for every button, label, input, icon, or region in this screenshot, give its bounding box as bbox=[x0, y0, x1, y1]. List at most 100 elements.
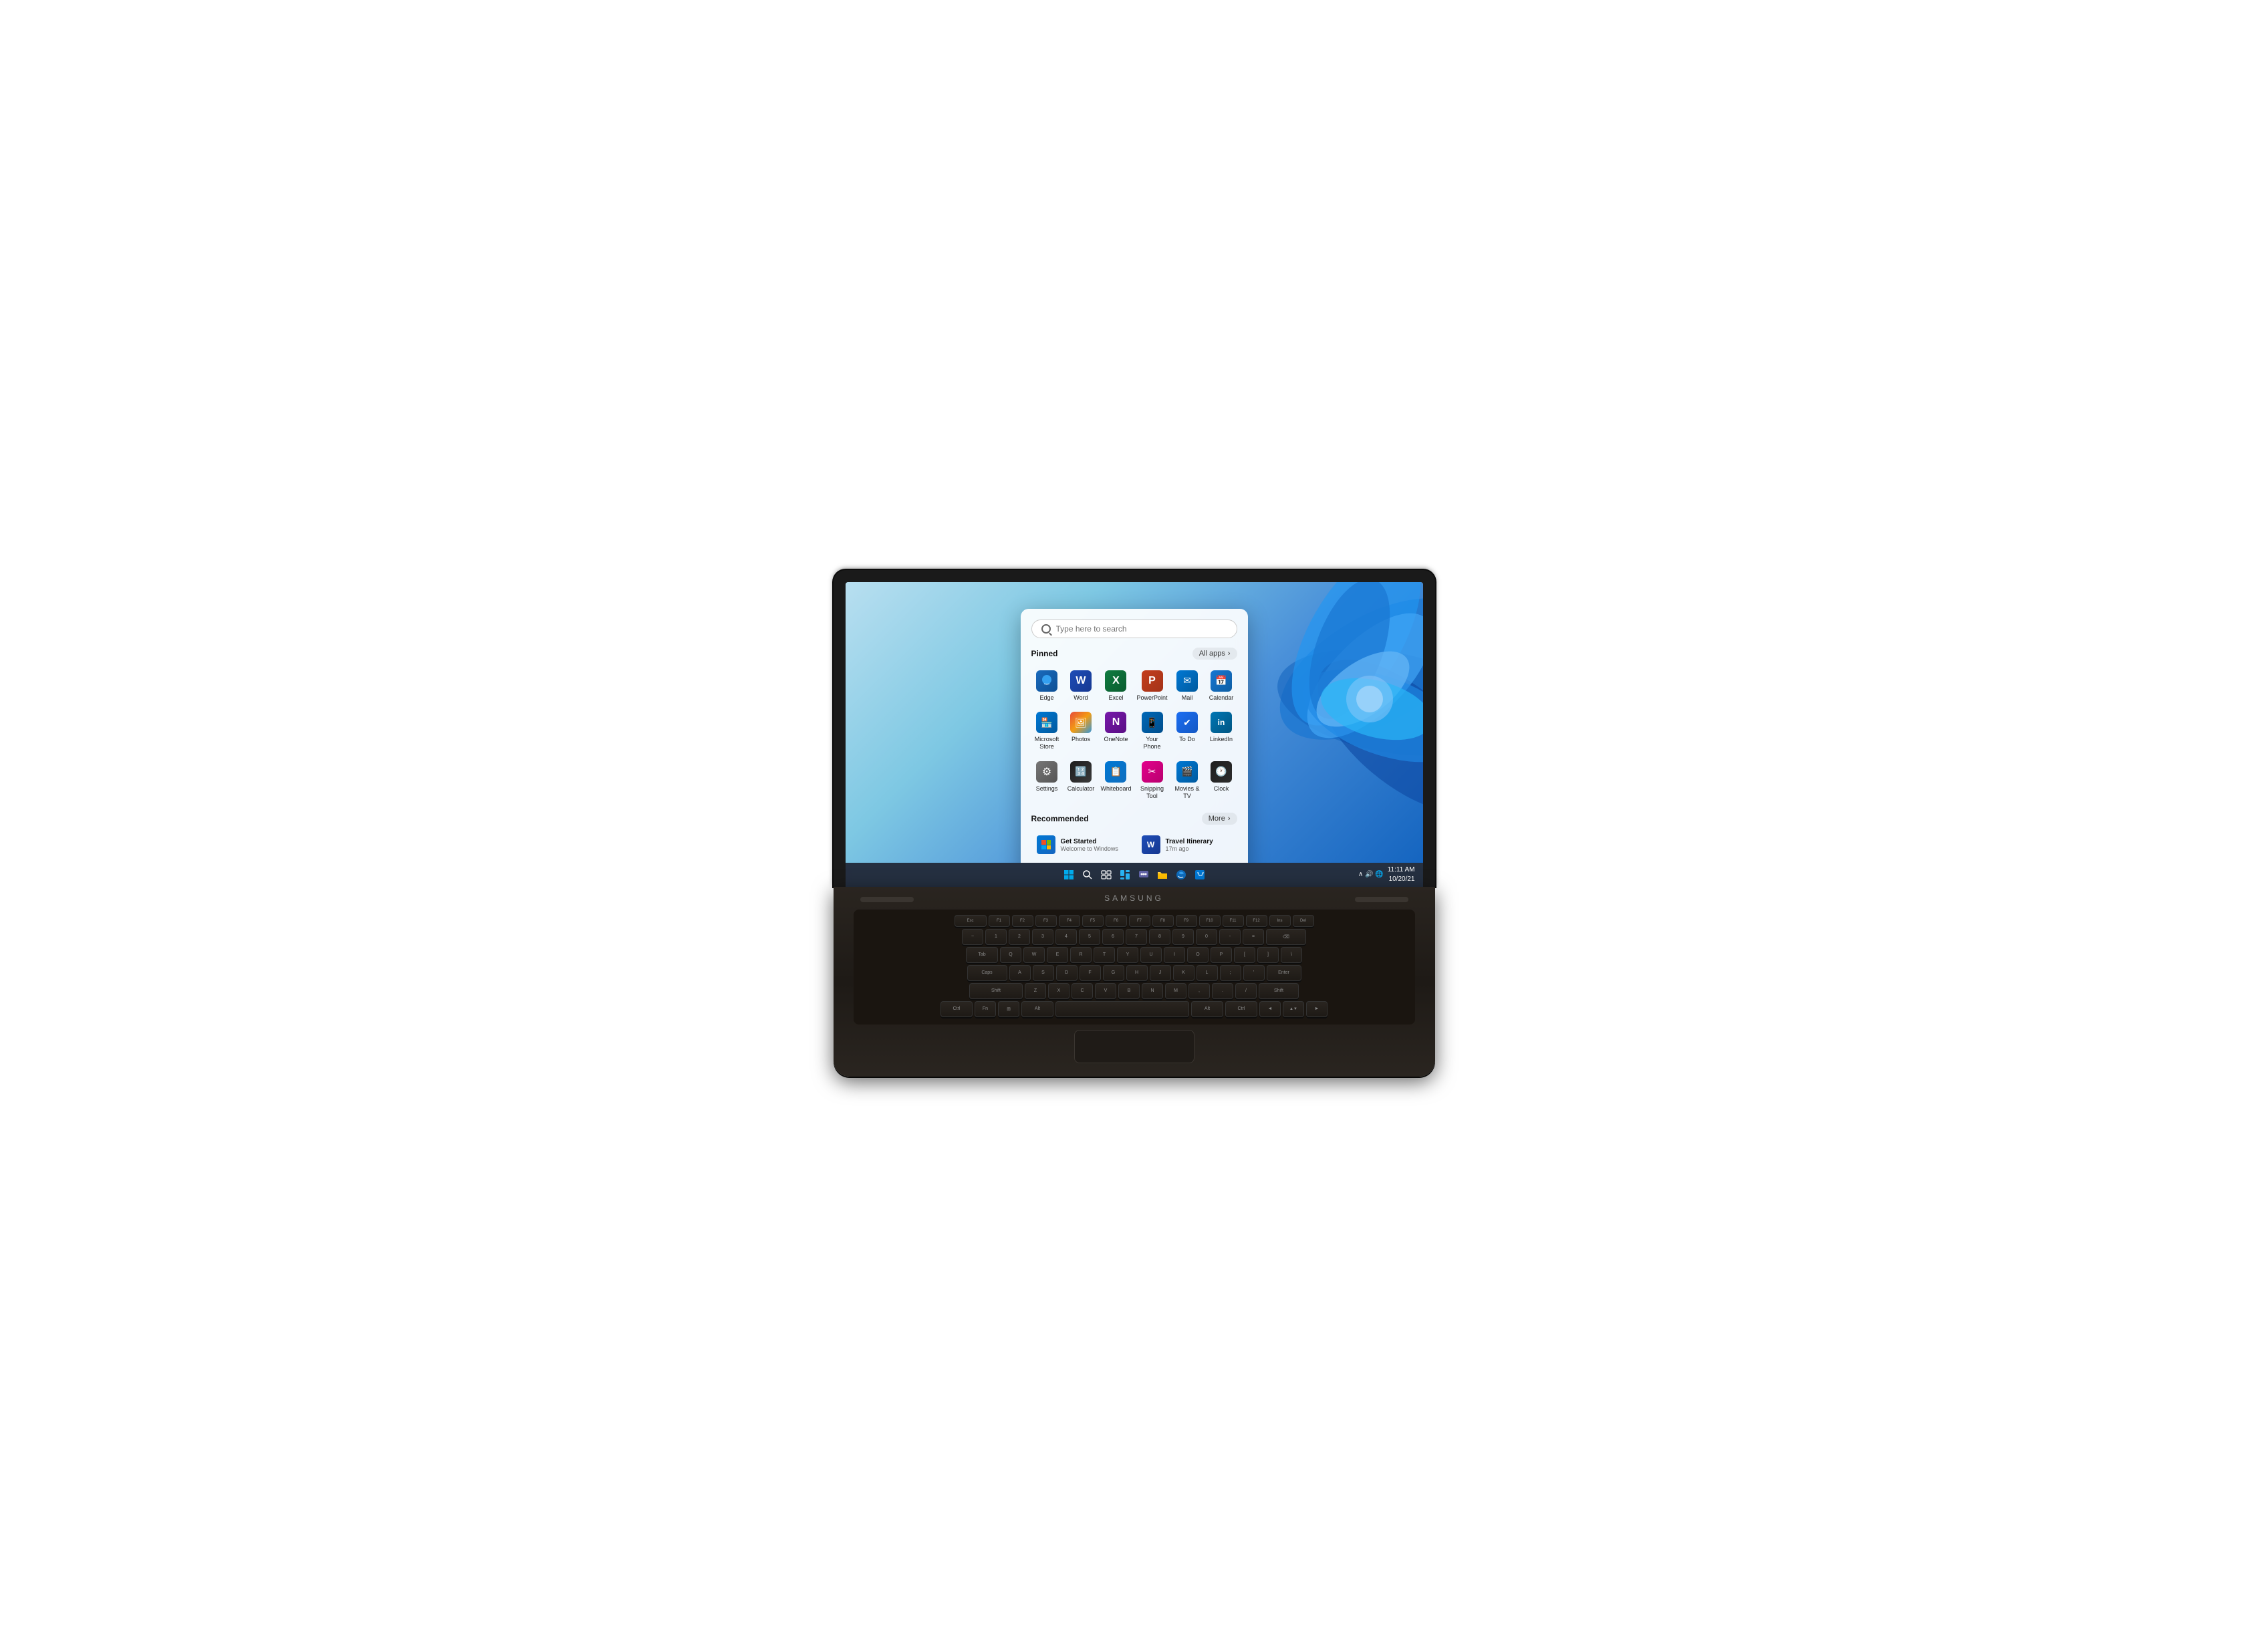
app-store[interactable]: 🏪 Microsoft Store bbox=[1031, 708, 1063, 755]
key-5[interactable]: 5 bbox=[1079, 929, 1100, 945]
key-backspace[interactable]: ⌫ bbox=[1266, 929, 1306, 945]
key-c[interactable]: C bbox=[1072, 983, 1093, 999]
key-capslock[interactable]: Caps bbox=[967, 965, 1007, 981]
key-ctrl-l[interactable]: Ctrl bbox=[940, 1001, 973, 1017]
taskbar-datetime[interactable]: 11:11 AM 10/20/21 bbox=[1388, 865, 1415, 884]
key-arrow-right[interactable]: ► bbox=[1306, 1001, 1328, 1017]
app-calculator[interactable]: 🔢 Calculator bbox=[1065, 757, 1096, 804]
app-todo[interactable]: ✔ To Do bbox=[1172, 708, 1203, 755]
key-l[interactable]: L bbox=[1196, 965, 1218, 981]
key-d[interactable]: D bbox=[1056, 965, 1078, 981]
key-k[interactable]: K bbox=[1173, 965, 1194, 981]
key-y[interactable]: Y bbox=[1117, 947, 1138, 963]
key-w[interactable]: W bbox=[1023, 947, 1045, 963]
taskbar-edge-button[interactable] bbox=[1174, 867, 1188, 882]
key-1[interactable]: 1 bbox=[985, 929, 1007, 945]
key-space[interactable] bbox=[1055, 1001, 1189, 1017]
key-4[interactable]: 4 bbox=[1055, 929, 1077, 945]
key-n[interactable]: N bbox=[1142, 983, 1163, 999]
key-enter[interactable]: Enter bbox=[1267, 965, 1301, 981]
key-semicolon[interactable]: ; bbox=[1220, 965, 1241, 981]
key-6[interactable]: 6 bbox=[1102, 929, 1124, 945]
key-windows[interactable]: ⊞ bbox=[998, 1001, 1019, 1017]
key-ctrl-r[interactable]: Ctrl bbox=[1225, 1001, 1257, 1017]
app-yourphone[interactable]: 📱 Your Phone bbox=[1136, 708, 1169, 755]
key-rbracket[interactable]: ] bbox=[1257, 947, 1279, 963]
key-f[interactable]: F bbox=[1080, 965, 1101, 981]
app-excel[interactable]: X Excel bbox=[1099, 666, 1132, 706]
key-lbracket[interactable]: [ bbox=[1234, 947, 1255, 963]
key-r[interactable]: R bbox=[1070, 947, 1092, 963]
key-m[interactable]: M bbox=[1165, 983, 1186, 999]
key-h[interactable]: H bbox=[1126, 965, 1148, 981]
key-f9[interactable]: F9 bbox=[1176, 915, 1197, 927]
key-quote[interactable]: ' bbox=[1243, 965, 1265, 981]
key-esc[interactable]: Esc bbox=[955, 915, 987, 927]
key-0[interactable]: 0 bbox=[1196, 929, 1217, 945]
key-3[interactable]: 3 bbox=[1032, 929, 1053, 945]
key-t[interactable]: T bbox=[1094, 947, 1115, 963]
key-f2[interactable]: F2 bbox=[1012, 915, 1033, 927]
key-tab[interactable]: Tab bbox=[966, 947, 998, 963]
key-j[interactable]: J bbox=[1150, 965, 1171, 981]
key-minus[interactable]: - bbox=[1219, 929, 1241, 945]
app-linkedin[interactable]: in LinkedIn bbox=[1206, 708, 1237, 755]
key-f1[interactable]: F1 bbox=[989, 915, 1010, 927]
key-arrow-updown[interactable]: ▲▼ bbox=[1283, 1001, 1304, 1017]
key-f10[interactable]: F10 bbox=[1199, 915, 1221, 927]
taskbar-search-button[interactable] bbox=[1080, 867, 1095, 882]
key-s[interactable]: S bbox=[1033, 965, 1054, 981]
search-bar[interactable] bbox=[1031, 620, 1237, 638]
app-photos[interactable]: 🖼 Photos bbox=[1065, 708, 1096, 755]
key-period[interactable]: . bbox=[1212, 983, 1233, 999]
search-input[interactable] bbox=[1056, 624, 1227, 634]
key-f7[interactable]: F7 bbox=[1129, 915, 1150, 927]
key-p[interactable]: P bbox=[1211, 947, 1232, 963]
key-f5[interactable]: F5 bbox=[1082, 915, 1104, 927]
key-f11[interactable]: F11 bbox=[1223, 915, 1244, 927]
key-7[interactable]: 7 bbox=[1126, 929, 1147, 945]
app-word[interactable]: W Word bbox=[1065, 666, 1096, 706]
key-f12[interactable]: F12 bbox=[1246, 915, 1267, 927]
key-x[interactable]: X bbox=[1048, 983, 1069, 999]
key-b[interactable]: B bbox=[1118, 983, 1140, 999]
key-fn[interactable]: Fn bbox=[975, 1001, 996, 1017]
app-mail[interactable]: ✉ Mail bbox=[1172, 666, 1203, 706]
key-backtick[interactable]: ~ bbox=[962, 929, 983, 945]
rec-travel-itinerary[interactable]: W Travel Itinerary 17m ago bbox=[1136, 831, 1237, 858]
more-button[interactable]: More › bbox=[1202, 813, 1237, 825]
key-f8[interactable]: F8 bbox=[1152, 915, 1174, 927]
taskbar-chat-button[interactable] bbox=[1136, 867, 1151, 882]
key-g[interactable]: G bbox=[1103, 965, 1124, 981]
all-apps-button[interactable]: All apps › bbox=[1192, 648, 1237, 660]
app-calendar[interactable]: 📅 Calendar bbox=[1206, 666, 1237, 706]
app-settings[interactable]: ⚙ Settings bbox=[1031, 757, 1063, 804]
key-f4[interactable]: F4 bbox=[1059, 915, 1080, 927]
key-shift-r[interactable]: Shift bbox=[1259, 983, 1299, 999]
rec-get-started[interactable]: Get Started Welcome to Windows bbox=[1031, 831, 1132, 858]
key-2[interactable]: 2 bbox=[1009, 929, 1030, 945]
key-equals[interactable]: = bbox=[1243, 929, 1264, 945]
key-f6[interactable]: F6 bbox=[1106, 915, 1127, 927]
app-powerpoint[interactable]: P PowerPoint bbox=[1136, 666, 1169, 706]
app-clock[interactable]: 🕐 Clock bbox=[1206, 757, 1237, 804]
app-whiteboard[interactable]: 📋 Whiteboard bbox=[1099, 757, 1132, 804]
app-movies[interactable]: 🎬 Movies & TV bbox=[1172, 757, 1203, 804]
app-onenote[interactable]: N OneNote bbox=[1099, 708, 1132, 755]
key-q[interactable]: Q bbox=[1000, 947, 1021, 963]
key-alt-l[interactable]: Alt bbox=[1021, 1001, 1053, 1017]
key-shift-l[interactable]: Shift bbox=[969, 983, 1023, 999]
key-e[interactable]: E bbox=[1047, 947, 1068, 963]
taskbar-taskview-button[interactable] bbox=[1099, 867, 1114, 882]
app-edge[interactable]: Edge bbox=[1031, 666, 1063, 706]
key-alt-r[interactable]: Alt bbox=[1191, 1001, 1223, 1017]
key-o[interactable]: O bbox=[1187, 947, 1209, 963]
taskbar-widgets-button[interactable] bbox=[1118, 867, 1132, 882]
taskbar-windows-button[interactable] bbox=[1061, 867, 1076, 882]
taskbar-store-button[interactable] bbox=[1192, 867, 1207, 882]
key-backslash[interactable]: \ bbox=[1281, 947, 1302, 963]
key-v[interactable]: V bbox=[1095, 983, 1116, 999]
key-delete[interactable]: Del bbox=[1293, 915, 1314, 927]
key-z[interactable]: Z bbox=[1025, 983, 1046, 999]
key-f3[interactable]: F3 bbox=[1035, 915, 1057, 927]
